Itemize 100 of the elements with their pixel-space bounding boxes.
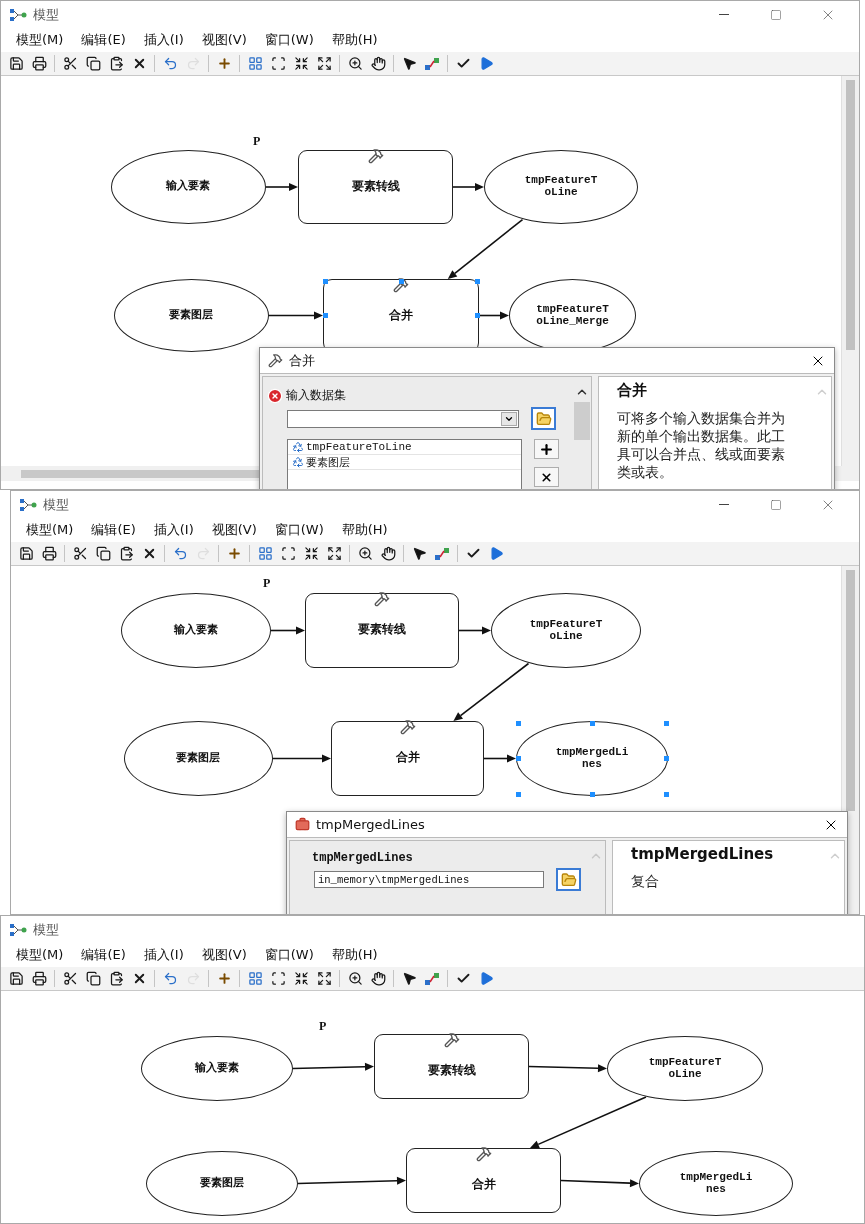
selection-handle[interactable] (663, 791, 669, 797)
maximize-icon (770, 498, 782, 511)
grid-icon (247, 971, 263, 986)
menu-item[interactable]: 插入(I) (134, 944, 193, 966)
browse-button[interactable] (556, 868, 581, 891)
data-node[interactable]: 输入要素 (121, 593, 271, 668)
output-path-field[interactable]: in_memory\tmpMergedLines (314, 871, 544, 888)
data-node[interactable]: 要素图层 (114, 279, 269, 352)
remove-button[interactable] (534, 467, 559, 487)
tool-node[interactable]: 要素转线 (298, 150, 453, 224)
selection-handle[interactable] (515, 720, 521, 726)
node-label: tmpFeatureToLine (524, 175, 598, 199)
model-icon (9, 922, 27, 937)
selection-handle[interactable] (663, 756, 669, 761)
selection-handle[interactable] (663, 720, 669, 726)
full-extent-icon (280, 546, 296, 561)
menu-item[interactable]: 视图(V) (192, 29, 256, 51)
tool-node[interactable]: 要素转线 (374, 1034, 529, 1099)
shrink-icon (303, 546, 319, 561)
hammer-icon (367, 148, 384, 164)
precondition-label: P (319, 1019, 327, 1034)
menu-item[interactable]: 模型(M) (7, 29, 73, 51)
plus-icon (226, 546, 242, 561)
print-icon (31, 971, 47, 986)
data-node[interactable]: tmpMergedLines (516, 721, 668, 796)
menu-item[interactable]: 编辑(E) (72, 944, 135, 966)
menu-item[interactable]: 窗口(W) (255, 29, 323, 51)
dialog-title: 合并 (289, 351, 315, 370)
connector-arrow (452, 183, 484, 191)
tool-node[interactable]: 要素转线 (305, 593, 459, 668)
connect-icon (434, 545, 450, 562)
tool-node[interactable]: 合并 (331, 721, 484, 796)
menu-item[interactable]: 编辑(E) (82, 519, 145, 541)
menu-item[interactable]: 窗口(W) (265, 519, 333, 541)
scrollbar-thumb[interactable] (574, 402, 590, 440)
expand-icon (316, 971, 332, 986)
selection-handle[interactable] (589, 720, 595, 726)
data-node[interactable]: tmpFeatureToLine (484, 150, 638, 224)
full-extent-icon (270, 56, 286, 71)
data-node[interactable]: 输入要素 (111, 150, 266, 224)
hammer-icon (475, 1146, 492, 1162)
dataset-item[interactable]: 要素图层 (288, 455, 521, 470)
recycle-icon (292, 456, 304, 468)
menu-item[interactable]: 模型(M) (7, 944, 73, 966)
node-label: 输入要素 (194, 1062, 240, 1075)
pointer-icon (401, 56, 417, 71)
plus-icon (216, 56, 232, 71)
menu-item[interactable]: 帮助(H) (332, 519, 397, 541)
grid-icon (257, 546, 273, 561)
grid-icon (247, 56, 263, 71)
parameter-label: 输入数据集 (286, 387, 346, 404)
minimize-icon (719, 504, 729, 505)
dataset-list[interactable]: tmpFeatureToLine 要素图层 (287, 439, 522, 489)
node-label: 输入要素 (165, 181, 212, 193)
data-node[interactable]: 要素图层 (146, 1151, 298, 1216)
check-icon (455, 56, 471, 71)
plus-icon (216, 971, 232, 986)
connector-arrow (478, 311, 509, 320)
hammer-icon (399, 719, 416, 735)
node-label: 要素图层 (199, 1177, 245, 1190)
selection-handle[interactable] (398, 278, 404, 284)
node-label: tmpFeatureToLine (529, 618, 603, 643)
print-icon (31, 56, 47, 71)
menu-item[interactable]: 帮助(H) (322, 944, 387, 966)
menu-item[interactable]: 编辑(E) (72, 29, 135, 51)
menu-item[interactable]: 视图(V) (192, 944, 256, 966)
menu-item[interactable]: 模型(M) (17, 519, 83, 541)
data-node[interactable]: 要素图层 (124, 721, 273, 796)
vertical-scrollbar[interactable] (841, 76, 859, 466)
data-node[interactable]: 输入要素 (141, 1036, 293, 1101)
selection-handle[interactable] (474, 313, 480, 318)
run-icon (478, 56, 494, 71)
menu-item[interactable]: 帮助(H) (322, 29, 387, 51)
selection-handle[interactable] (515, 756, 521, 761)
tool-node[interactable]: 合并 (406, 1148, 561, 1213)
menu-item[interactable]: 窗口(W) (255, 944, 323, 966)
check-icon (465, 546, 481, 561)
menu-item[interactable]: 插入(I) (134, 29, 193, 51)
data-node[interactable]: tmpFeatureToLine (607, 1036, 763, 1101)
connector-arrow (458, 626, 491, 635)
copy-icon (85, 971, 101, 986)
browse-button[interactable] (531, 407, 556, 430)
dataset-item[interactable]: tmpFeatureToLine (288, 440, 521, 455)
selection-handle[interactable] (322, 278, 328, 284)
selection-handle[interactable] (515, 791, 521, 797)
paste-icon (108, 971, 124, 986)
add-button[interactable] (534, 439, 559, 459)
hand-icon (370, 971, 386, 986)
expand-icon (326, 546, 342, 561)
data-node[interactable]: tmpMergedLines (639, 1151, 793, 1216)
data-node[interactable]: tmpFeatureToLine (491, 593, 641, 668)
selection-handle[interactable] (322, 313, 328, 318)
scissors-icon (62, 971, 78, 986)
node-label: tmpMergedLines (555, 746, 629, 771)
selection-handle[interactable] (589, 791, 595, 797)
menu-item[interactable]: 插入(I) (144, 519, 203, 541)
selection-handle[interactable] (474, 278, 480, 284)
model-icon (19, 497, 37, 512)
menu-item[interactable]: 视图(V) (202, 519, 266, 541)
dataset-dropdown[interactable] (287, 409, 519, 428)
